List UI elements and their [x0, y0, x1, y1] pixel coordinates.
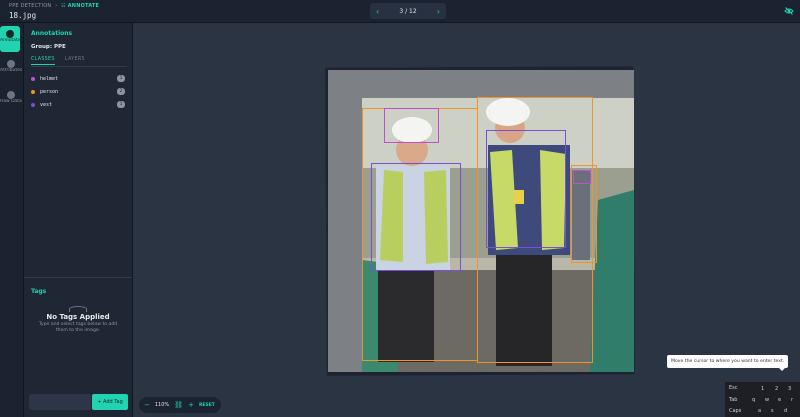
breadcrumb-separator: ›: [55, 3, 58, 9]
file-name: 18.jpg: [9, 11, 37, 20]
key-w[interactable]: w: [765, 397, 769, 403]
rail-attributes-label: Attributes: [0, 68, 22, 73]
link-icon[interactable]: ⛓: [174, 401, 183, 409]
tag-empty-icon: [69, 306, 87, 312]
text-cursor-tooltip: Move the cursor to where you want to ent…: [667, 355, 788, 371]
key-2[interactable]: 2: [775, 386, 778, 392]
rail-annotations-label: Annotations: [0, 38, 20, 43]
panel-divider: [24, 277, 132, 278]
key-a[interactable]: a: [758, 408, 761, 414]
class-item-vest[interactable]: vest 1: [31, 98, 127, 111]
prev-image-button[interactable]: ‹: [376, 7, 379, 16]
raw-data-icon: [7, 91, 15, 99]
no-tags-help: Type and select tags below to add them t…: [38, 322, 118, 333]
key-q[interactable]: q: [752, 397, 755, 403]
bbox-vest[interactable]: [486, 130, 566, 248]
panel-tabs: CLASSES LAYERS: [31, 57, 127, 67]
add-tag-button[interactable]: + Add Tag: [92, 394, 128, 410]
class-color-dot: [31, 76, 35, 81]
class-item-helmet[interactable]: helmet 1: [31, 72, 127, 85]
class-name: vest: [40, 101, 53, 108]
left-rail: Annotations Attributes Raw Data: [0, 23, 24, 417]
zoom-in-button[interactable]: +: [188, 401, 194, 409]
tab-layers[interactable]: LAYERS: [65, 57, 85, 62]
image-counter: 3 / 12: [399, 7, 417, 15]
key-1[interactable]: 1: [761, 386, 764, 392]
tags-title: Tags: [31, 288, 47, 295]
key-esc[interactable]: Esc: [729, 385, 738, 391]
class-color-dot: [31, 102, 35, 107]
zoom-level: 110%: [154, 402, 170, 408]
class-name: person: [40, 88, 59, 95]
zoom-out-button[interactable]: −: [144, 401, 150, 409]
group-label: Group: PPE: [31, 44, 66, 50]
no-tags-heading: No Tags Applied: [46, 313, 110, 321]
attributes-icon: [7, 60, 15, 68]
key-r[interactable]: r: [791, 397, 793, 403]
class-name: helmet: [40, 75, 59, 82]
rail-attributes[interactable]: Attributes: [0, 60, 22, 73]
bbox-vest[interactable]: [371, 163, 461, 271]
no-tags-placeholder: No Tags Applied Type and select tags bel…: [24, 306, 132, 334]
next-image-button[interactable]: ›: [437, 7, 440, 16]
key-s[interactable]: s: [771, 408, 774, 414]
tab-classes[interactable]: CLASSES: [31, 57, 55, 65]
top-bar: PPE DETECTION › ☷ ANNOTATE 18.jpg ‹ 3 / …: [0, 0, 800, 23]
bbox-helmet[interactable]: [573, 170, 591, 184]
class-count-badge: 1: [117, 75, 125, 82]
annotations-panel: Annotations Group: PPE CLASSES LAYERS he…: [24, 23, 133, 417]
hide-annotations-icon[interactable]: [784, 6, 794, 16]
reset-zoom-button[interactable]: RESET: [199, 403, 215, 408]
rail-annotations[interactable]: Annotations: [0, 26, 20, 52]
class-list: helmet 1 person 2 vest 1: [31, 72, 127, 111]
class-count-badge: 1: [117, 101, 125, 108]
class-count-badge: 2: [117, 88, 125, 95]
bbox-helmet[interactable]: [384, 108, 439, 143]
key-d[interactable]: d: [784, 408, 787, 414]
annotations-icon: [6, 30, 14, 38]
annotate-mode-label: ☷ ANNOTATE: [61, 3, 100, 9]
breadcrumb: PPE DETECTION › ☷ ANNOTATE: [9, 3, 99, 9]
mode-text: ANNOTATE: [67, 3, 100, 9]
project-name[interactable]: PPE DETECTION: [9, 3, 51, 9]
key-3[interactable]: 3: [788, 386, 791, 392]
key-caps[interactable]: Caps: [729, 408, 741, 414]
rail-raw-data-label: Raw Data: [0, 99, 22, 104]
key-e[interactable]: e: [778, 397, 781, 403]
onscreen-keyboard: Esc 1 2 3 Tab q w e r Caps a s d: [725, 382, 800, 417]
panel-title: Annotations: [31, 30, 73, 37]
class-color-dot: [31, 89, 35, 94]
key-tab[interactable]: Tab: [729, 397, 737, 403]
image-pager: ‹ 3 / 12 ›: [370, 3, 446, 19]
zoom-controls: − 110% ⛓ + RESET: [139, 397, 221, 413]
tag-input[interactable]: [29, 394, 91, 410]
rail-raw-data[interactable]: Raw Data: [0, 91, 22, 104]
class-item-person[interactable]: person 2: [31, 85, 127, 98]
